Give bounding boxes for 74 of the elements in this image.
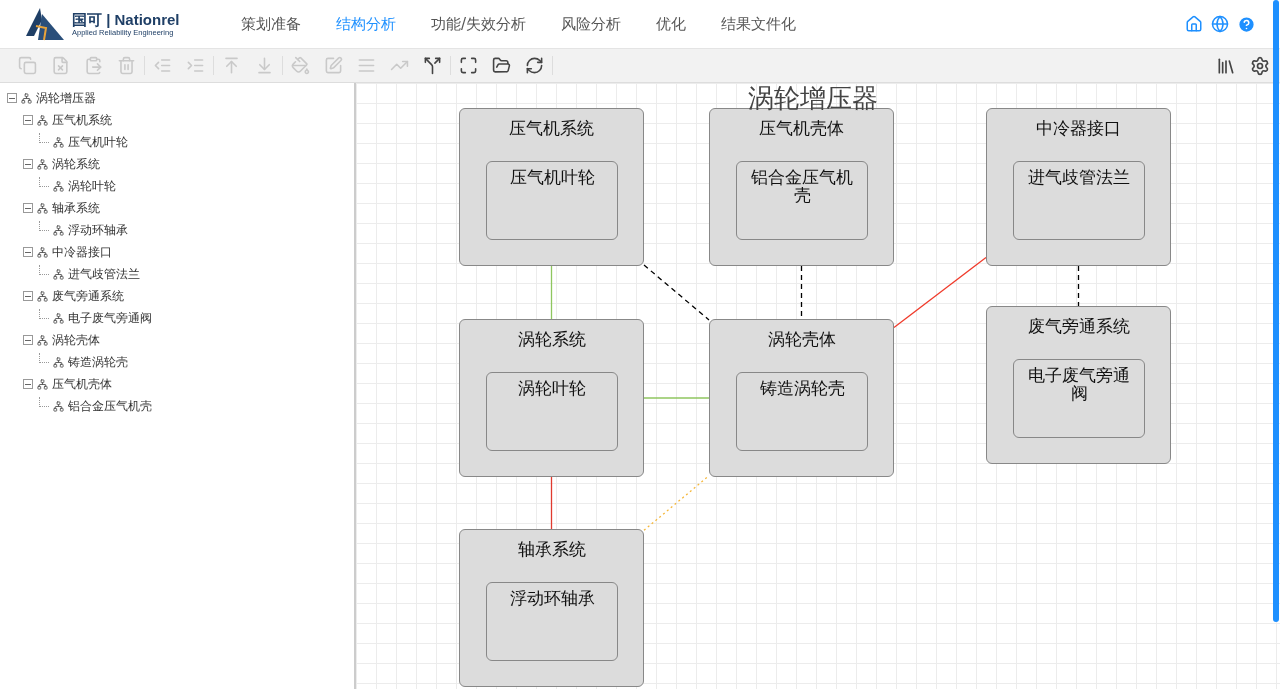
nav-tab[interactable]: 策划准备 [241,14,301,34]
tree-item[interactable]: 轴承系统 [52,199,100,217]
diagram-node[interactable]: 涡轮壳体 铸造涡轮壳 [709,319,894,477]
tree-item[interactable]: 中冷器接口 [52,243,112,261]
diagram-node[interactable]: 废气旁通系统 电子废气旁通阀 [986,306,1171,464]
tree-item[interactable]: 浮动环轴承 [68,221,128,239]
tree-item[interactable]: 铝合金压气机壳 [68,397,152,415]
tree-item[interactable]: 涡轮系统 [52,155,100,173]
collapse-toggle[interactable] [23,203,33,213]
child-node[interactable]: 进气歧管法兰 [1013,161,1145,240]
tree-item[interactable]: 涡轮壳体 [52,331,100,349]
hierarchy-icon [37,158,48,170]
collapse-toggle[interactable] [23,247,33,257]
fit-screen-icon[interactable] [459,56,478,75]
child-node[interactable]: 浮动环轴承 [486,582,618,661]
node-title: 废气旁通系统 [1026,315,1131,338]
hierarchy-icon [53,400,64,412]
hierarchy-icon [37,290,48,302]
child-node[interactable]: 压气机叶轮 [486,161,618,240]
collapse-toggle[interactable] [23,159,33,169]
hierarchy-icon [37,246,48,258]
node-title: 轴承系统 [516,538,587,561]
tree-item[interactable]: 压气机叶轮 [68,133,128,151]
hierarchy-icon [37,378,48,390]
nav-tab[interactable]: 功能/失效分析 [431,14,527,34]
settings-icon[interactable] [1250,55,1270,76]
hierarchy-icon [53,224,64,236]
logo-icon [24,6,66,42]
collapse-toggle[interactable] [23,335,33,345]
node-title: 压气机壳体 [758,117,845,140]
hierarchy-icon [37,334,48,346]
nav-tab[interactable]: 风险分析 [561,14,622,34]
refresh-icon[interactable] [525,56,544,75]
node-title: 涡轮壳体 [766,328,837,351]
tree-item[interactable]: 铸造涡轮壳 [68,353,128,371]
tree-item[interactable]: 压气机系统 [52,111,112,129]
tree-item[interactable]: 废气旁通系统 [52,287,124,305]
diagram-node[interactable]: 涡轮系统 涡轮叶轮 [459,319,644,477]
home-icon[interactable] [1185,15,1203,33]
hierarchy-icon [53,356,64,368]
collapse-toggle[interactable] [23,379,33,389]
node-title: 压气机系统 [508,117,595,140]
hierarchy-icon [53,136,64,148]
node-title: 中冷器接口 [1035,117,1122,140]
hierarchy-icon [37,114,48,126]
scrollbar[interactable] [1273,0,1279,622]
hierarchy-icon [21,92,32,104]
child-node[interactable]: 涡轮叶轮 [486,372,618,451]
split-arrow-icon[interactable] [423,56,442,75]
hierarchy-icon [37,202,48,214]
tree-item[interactable]: 压气机壳体 [52,375,112,393]
diagram-node[interactable]: 压气机系统 压气机叶轮 [459,108,644,266]
child-node[interactable]: 铸造涡轮壳 [736,372,868,451]
diagram-node[interactable]: 轴承系统 浮动环轴承 [459,529,644,687]
hierarchy-icon [53,312,64,324]
diagram-node[interactable]: 中冷器接口 进气歧管法兰 [986,108,1171,266]
tree-item[interactable]: 电子废气旁通阀 [68,309,152,327]
hierarchy-icon [53,180,64,192]
tree-item[interactable]: 涡轮叶轮 [68,177,116,195]
child-node[interactable]: 铝合金压气机壳 [736,161,868,240]
tree-item[interactable]: 进气歧管法兰 [68,265,140,283]
globe-icon[interactable] [1211,15,1229,33]
brand-name: 国可 | Nationrel [72,11,180,28]
child-node[interactable]: 电子废气旁通阀 [1013,359,1145,438]
folder-icon[interactable] [492,56,511,75]
collapse-toggle[interactable] [7,93,17,103]
nav-tab[interactable]: 优化 [656,14,687,34]
collapse-toggle[interactable] [23,115,33,125]
collapse-toggle[interactable] [23,291,33,301]
nav-tab[interactable]: 结果文件化 [721,14,797,34]
tree-item[interactable]: 涡轮增压器 [36,89,96,107]
help-icon[interactable] [1237,14,1256,34]
node-title: 涡轮系统 [516,328,587,351]
hierarchy-icon [53,268,64,280]
